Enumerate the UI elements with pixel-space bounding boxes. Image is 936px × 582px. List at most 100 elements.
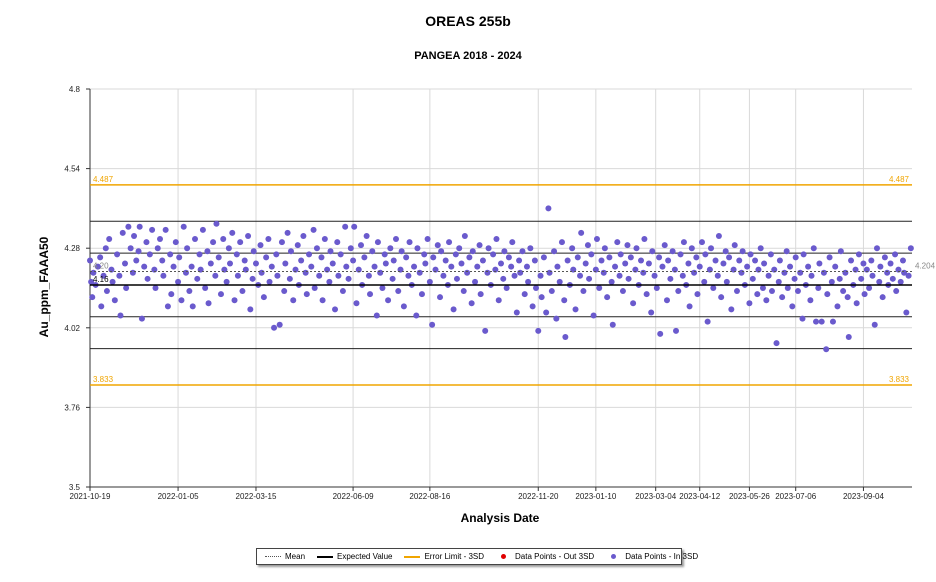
legend-label-expected: Expected Value <box>337 552 393 561</box>
data-point <box>578 229 585 236</box>
mean-label-right: 4.204 <box>915 261 936 270</box>
data-point <box>543 309 550 316</box>
data-point <box>416 269 423 276</box>
legend-item-expected: Expected Value <box>317 552 392 561</box>
y-axis-label: Au_ppm_FAAA50 <box>37 236 51 338</box>
data-point <box>600 269 607 276</box>
data-point <box>329 260 336 267</box>
legend-label-in-3sd: Data Points - In 3SD <box>625 552 699 561</box>
data-point <box>609 321 616 328</box>
data-point <box>546 269 553 276</box>
data-point <box>551 248 558 255</box>
data-point <box>373 312 380 319</box>
legend-item-in-3sd: Data Points - In 3SD <box>606 552 698 561</box>
legend-label-mean: Mean <box>285 552 306 561</box>
data-point <box>186 288 193 295</box>
data-point <box>688 245 695 252</box>
data-point <box>519 248 526 255</box>
data-point <box>905 272 912 279</box>
data-point <box>326 278 333 285</box>
data-point <box>438 248 445 255</box>
data-point <box>149 226 156 233</box>
x-tick-label: 2023-01-10 <box>575 492 616 501</box>
data-point <box>694 291 701 298</box>
data-point <box>493 236 500 243</box>
data-point <box>553 315 560 322</box>
data-point <box>485 245 492 252</box>
data-point <box>469 248 476 255</box>
data-point <box>413 312 420 319</box>
data-point <box>712 257 719 264</box>
data-point <box>783 248 790 255</box>
data-point <box>284 229 291 236</box>
data-point <box>97 254 104 261</box>
data-point <box>180 223 187 230</box>
data-point <box>604 294 611 301</box>
data-point <box>437 294 444 301</box>
data-point <box>899 257 906 264</box>
data-point <box>501 248 508 255</box>
x-tick-label: 2022-06-09 <box>333 492 374 501</box>
data-point <box>421 251 428 258</box>
data-point <box>302 269 309 276</box>
data-point <box>834 303 841 310</box>
data-point <box>818 318 825 325</box>
data-point <box>313 245 320 252</box>
x-tick-label: 2022-03-15 <box>236 492 277 501</box>
data-point <box>643 291 650 298</box>
data-point <box>172 239 179 246</box>
data-point <box>350 257 357 264</box>
data-point <box>784 285 791 291</box>
data-point <box>761 260 768 267</box>
data-point <box>685 260 692 267</box>
x-tick-label: 2023-07-06 <box>775 492 816 501</box>
data-point <box>442 257 449 264</box>
data-point <box>127 245 134 252</box>
data-point <box>693 254 700 261</box>
data-point <box>460 288 467 295</box>
data-point <box>477 291 484 298</box>
data-point <box>382 260 389 267</box>
data-point <box>332 306 339 313</box>
red-dot-icon <box>501 554 507 559</box>
data-point <box>586 275 593 282</box>
data-point <box>773 340 780 347</box>
data-point <box>873 245 880 252</box>
x-axis-label: Analysis Date <box>460 511 540 525</box>
data-point <box>452 251 459 258</box>
error-lower-label-left: 3.833 <box>93 375 114 384</box>
data-point <box>175 278 182 285</box>
data-point <box>143 239 150 246</box>
data-point <box>776 257 783 264</box>
data-point <box>411 263 418 270</box>
data-point <box>723 278 730 285</box>
legend-label-out-3sd: Data Points - Out 3SD <box>515 552 595 561</box>
data-point <box>767 251 774 258</box>
data-point <box>287 248 294 255</box>
data-point <box>308 263 315 270</box>
data-point <box>353 300 360 307</box>
data-point <box>558 239 565 246</box>
data-point <box>749 275 756 282</box>
data-point <box>144 275 151 282</box>
data-point <box>868 257 875 264</box>
data-point <box>876 278 883 285</box>
data-point <box>476 242 483 249</box>
data-point <box>237 239 244 246</box>
data-point <box>114 251 121 258</box>
data-point <box>624 242 631 249</box>
data-point <box>791 275 798 282</box>
data-point <box>820 269 827 276</box>
data-point <box>789 303 796 310</box>
data-point <box>339 288 346 295</box>
data-point <box>630 300 637 307</box>
data-point <box>456 245 463 252</box>
data-point <box>116 272 123 279</box>
data-point <box>343 263 350 270</box>
data-point <box>369 248 376 255</box>
data-point <box>877 263 884 270</box>
data-point <box>202 285 209 291</box>
data-point <box>482 327 489 334</box>
data-point <box>529 303 536 310</box>
data-point <box>832 263 839 270</box>
